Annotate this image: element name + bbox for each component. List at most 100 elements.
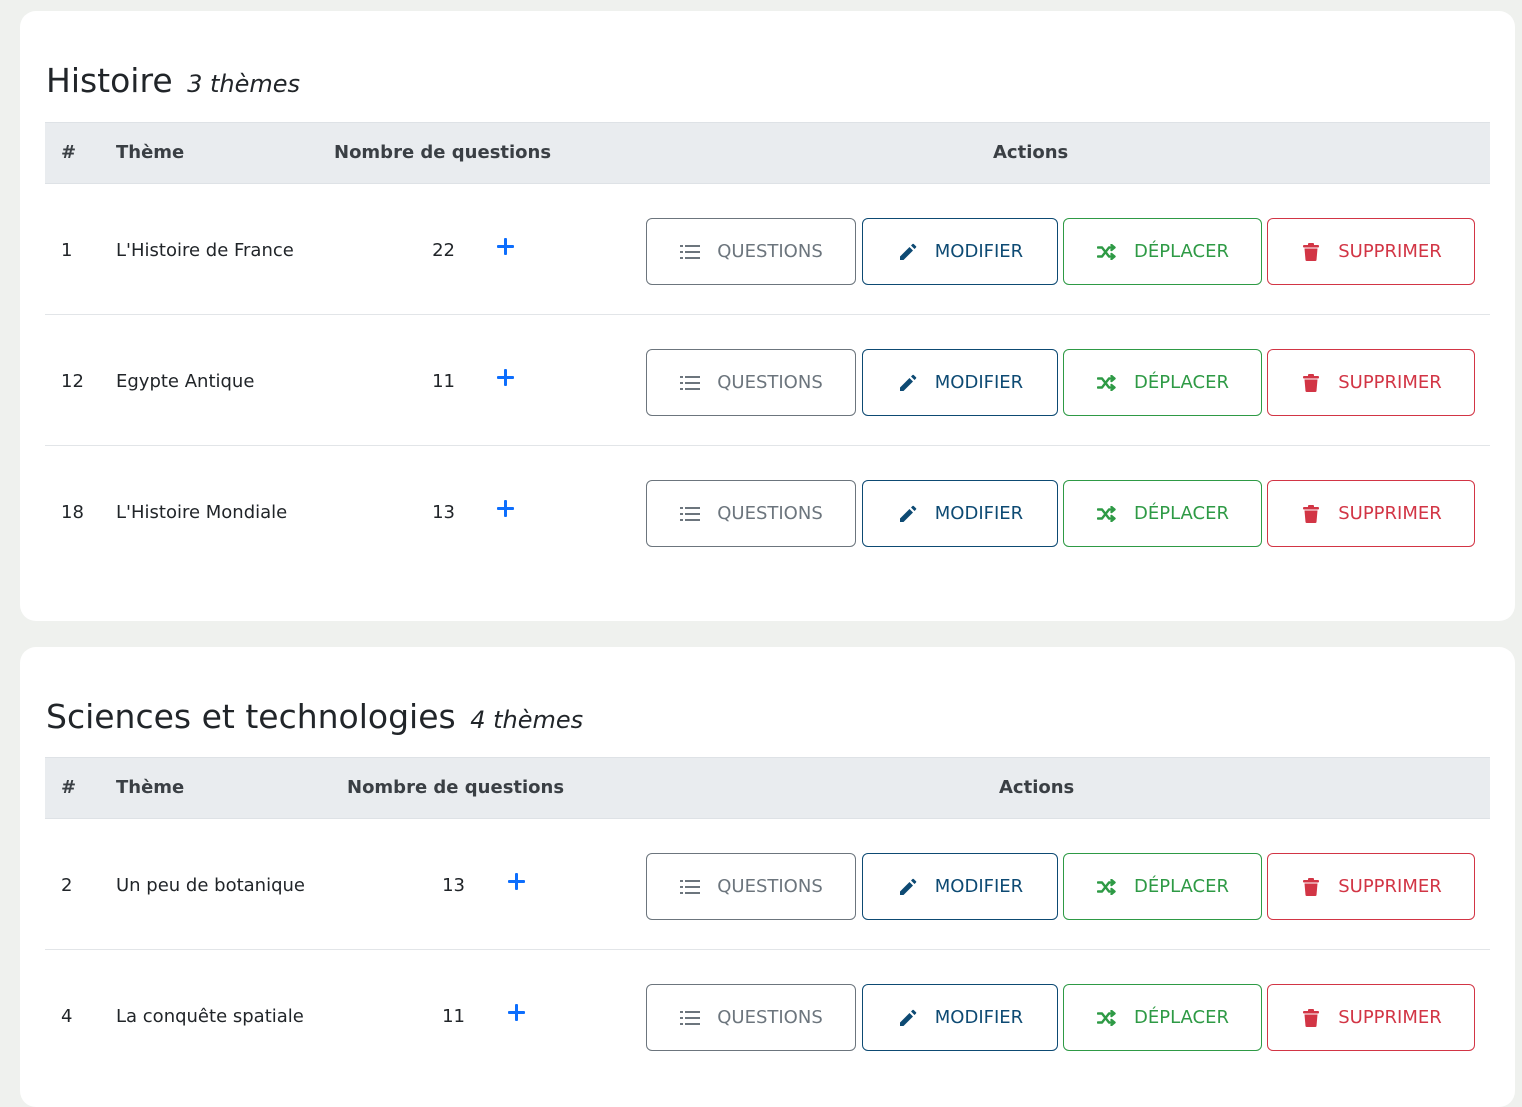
questions-button-label: QUESTIONS: [717, 876, 823, 897]
delete-button[interactable]: SUPPRIMER: [1267, 349, 1475, 416]
row-question-count: 22: [432, 240, 455, 261]
table-row: 18 L'Histoire Mondiale 13 QUESTIONS MODI…: [45, 446, 1490, 577]
pencil-icon: [897, 241, 919, 263]
row-index: 18: [61, 502, 84, 523]
column-header-theme: Thème: [116, 777, 185, 798]
modify-button[interactable]: MODIFIER: [862, 349, 1058, 416]
row-question-count: 11: [432, 371, 455, 392]
row-theme-name: La conquête spatiale: [116, 1006, 304, 1027]
table-header: # Thème Nombre de questions Actions: [45, 122, 1490, 184]
row-question-count: 11: [442, 1006, 465, 1027]
pencil-icon: [897, 372, 919, 394]
pencil-icon: [897, 876, 919, 898]
list-icon: [679, 1007, 701, 1029]
trash-icon: [1300, 876, 1322, 898]
delete-button[interactable]: SUPPRIMER: [1267, 480, 1475, 547]
section-title-text: Sciences et technologies: [46, 697, 456, 736]
row-index: 4: [61, 1006, 73, 1027]
move-button[interactable]: DÉPLACER: [1063, 218, 1262, 285]
table-row: 12 Egypte Antique 11 QUESTIONS MODIFIER …: [45, 315, 1490, 446]
table-row: 2 Un peu de botanique 13 QUESTIONS MODIF…: [45, 819, 1490, 950]
move-button-label: DÉPLACER: [1134, 503, 1229, 524]
column-header-actions: Actions: [999, 777, 1075, 798]
shuffle-icon: [1096, 876, 1118, 898]
shuffle-icon: [1096, 1007, 1118, 1029]
questions-button-label: QUESTIONS: [717, 372, 823, 393]
row-question-count: 13: [432, 502, 455, 523]
table-header: # Thème Nombre de questions Actions: [45, 757, 1490, 819]
questions-button[interactable]: QUESTIONS: [646, 480, 856, 547]
row-theme-name: L'Histoire Mondiale: [116, 502, 288, 523]
section-title-text: Histoire: [46, 61, 173, 100]
questions-button[interactable]: QUESTIONS: [646, 984, 856, 1051]
delete-button-label: SUPPRIMER: [1338, 876, 1442, 897]
shuffle-icon: [1096, 503, 1118, 525]
delete-button-label: SUPPRIMER: [1338, 503, 1442, 524]
add-question-plus-icon[interactable]: [506, 871, 528, 893]
delete-button[interactable]: SUPPRIMER: [1267, 853, 1475, 920]
modify-button[interactable]: MODIFIER: [862, 984, 1058, 1051]
table-row: 1 L'Histoire de France 22 QUESTIONS MODI…: [45, 184, 1490, 315]
section-theme-count: 3 thèmes: [187, 70, 301, 98]
section-card-histoire: Histoire 3 thèmes # Thème Nombre de ques…: [20, 11, 1515, 621]
questions-button-label: QUESTIONS: [717, 241, 823, 262]
pencil-icon: [897, 1007, 919, 1029]
trash-icon: [1300, 1007, 1322, 1029]
section-title: Histoire 3 thèmes: [46, 61, 300, 100]
column-header-theme: Thème: [116, 142, 185, 163]
modify-button[interactable]: MODIFIER: [862, 853, 1058, 920]
move-button[interactable]: DÉPLACER: [1063, 984, 1262, 1051]
move-button[interactable]: DÉPLACER: [1063, 349, 1262, 416]
modify-button-label: MODIFIER: [934, 503, 1024, 524]
modify-button-label: MODIFIER: [934, 241, 1024, 262]
shuffle-icon: [1096, 241, 1118, 263]
move-button[interactable]: DÉPLACER: [1063, 480, 1262, 547]
list-icon: [679, 503, 701, 525]
section-theme-count: 4 thèmes: [470, 706, 584, 734]
add-question-plus-icon[interactable]: [495, 498, 517, 520]
column-header-index: #: [61, 142, 77, 163]
column-header-index: #: [61, 777, 77, 798]
trash-icon: [1300, 372, 1322, 394]
add-question-plus-icon[interactable]: [506, 1002, 528, 1024]
move-button-label: DÉPLACER: [1134, 876, 1229, 897]
questions-button[interactable]: QUESTIONS: [646, 349, 856, 416]
shuffle-icon: [1096, 372, 1118, 394]
column-header-questions: Nombre de questions: [334, 142, 552, 163]
delete-button-label: SUPPRIMER: [1338, 1007, 1442, 1028]
column-header-actions: Actions: [993, 142, 1069, 163]
delete-button-label: SUPPRIMER: [1338, 372, 1442, 393]
modify-button-label: MODIFIER: [934, 1007, 1024, 1028]
questions-button[interactable]: QUESTIONS: [646, 218, 856, 285]
row-theme-name: Egypte Antique: [116, 371, 255, 392]
row-index: 1: [61, 240, 73, 261]
delete-button[interactable]: SUPPRIMER: [1267, 984, 1475, 1051]
questions-button-label: QUESTIONS: [717, 503, 823, 524]
move-button[interactable]: DÉPLACER: [1063, 853, 1262, 920]
list-icon: [679, 372, 701, 394]
row-theme-name: L'Histoire de France: [116, 240, 294, 261]
modify-button[interactable]: MODIFIER: [862, 480, 1058, 547]
row-theme-name: Un peu de botanique: [116, 875, 305, 896]
column-header-questions: Nombre de questions: [347, 777, 565, 798]
questions-button[interactable]: QUESTIONS: [646, 853, 856, 920]
move-button-label: DÉPLACER: [1134, 241, 1229, 262]
add-question-plus-icon[interactable]: [495, 367, 517, 389]
modify-button-label: MODIFIER: [934, 876, 1024, 897]
row-index: 2: [61, 875, 73, 896]
table-row: 4 La conquête spatiale 11 QUESTIONS MODI…: [45, 950, 1490, 1081]
pencil-icon: [897, 503, 919, 525]
list-icon: [679, 876, 701, 898]
delete-button[interactable]: SUPPRIMER: [1267, 218, 1475, 285]
list-icon: [679, 241, 701, 263]
move-button-label: DÉPLACER: [1134, 1007, 1229, 1028]
delete-button-label: SUPPRIMER: [1338, 241, 1442, 262]
modify-button[interactable]: MODIFIER: [862, 218, 1058, 285]
trash-icon: [1300, 241, 1322, 263]
modify-button-label: MODIFIER: [934, 372, 1024, 393]
move-button-label: DÉPLACER: [1134, 372, 1229, 393]
trash-icon: [1300, 503, 1322, 525]
add-question-plus-icon[interactable]: [495, 236, 517, 258]
row-index: 12: [61, 371, 84, 392]
questions-button-label: QUESTIONS: [717, 1007, 823, 1028]
